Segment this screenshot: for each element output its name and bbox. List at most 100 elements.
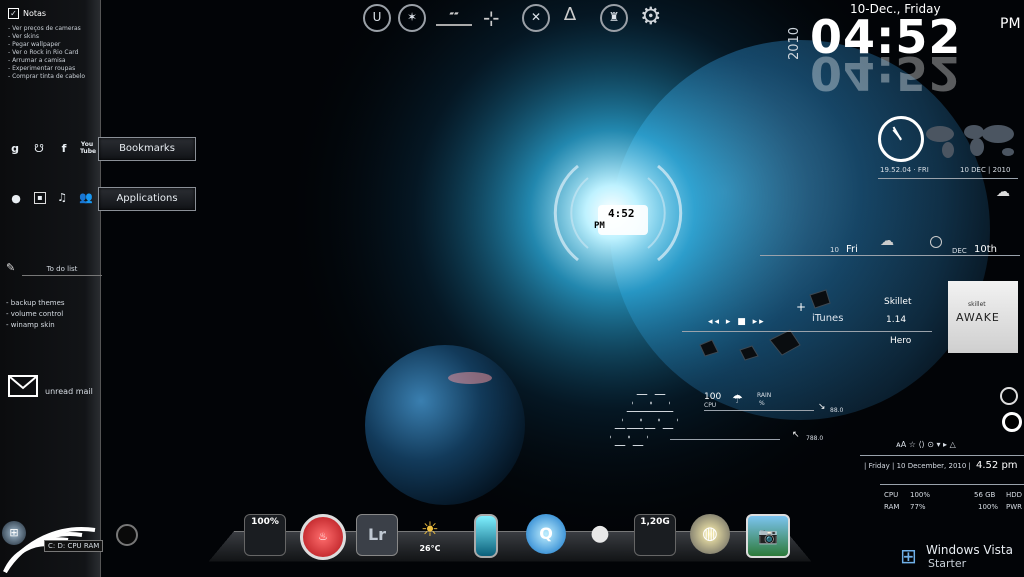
cloud-icon: ☁ — [880, 233, 894, 249]
taskbar-time: 4.52 pm — [976, 460, 1018, 471]
note-item: - Pegar wallpaper — [8, 41, 98, 49]
album-art[interactable]: skillet AWAKE — [948, 281, 1018, 353]
youtube-icon[interactable]: You Tube — [80, 141, 94, 155]
google-icon[interactable]: g — [8, 142, 22, 156]
media-controls[interactable]: ◂◂ ▸ ■ ▸▸ — [708, 317, 766, 327]
weather-temp: 100 — [704, 392, 721, 402]
pwr-label: PWR — [1006, 503, 1022, 511]
status-symbols: ᴀA ☆ ⟨⟩ ⊙ ▾ ▸ △ — [896, 440, 956, 449]
adobe-icon[interactable]: ∆ — [564, 4, 576, 25]
itunes-artist: Skillet — [884, 297, 912, 307]
itunes-track: Hero — [890, 336, 911, 346]
status-line — [860, 455, 1024, 456]
people-icon[interactable]: 👥 — [79, 191, 93, 205]
notes-title: Notas — [23, 9, 46, 18]
mem-pct: 100% — [978, 503, 998, 511]
date-row-daynum: 10 — [830, 246, 839, 254]
itunes-version: 1.14 — [886, 315, 906, 325]
drive-meter-arcs — [0, 430, 110, 577]
note-item: - Ver preços de cameras — [8, 25, 98, 33]
date-row-line — [760, 255, 1020, 256]
umbrella-icon: ☂ — [732, 392, 743, 406]
date-row-month: DEC — [952, 247, 967, 255]
note-item: - Arrumar a camisa — [8, 57, 98, 65]
facebook-icon[interactable]: f — [57, 142, 71, 156]
volume-knob-icon[interactable] — [1000, 387, 1018, 405]
rain-pct: % — [759, 400, 765, 407]
todo-title[interactable]: To do list — [22, 264, 102, 276]
album-band: skillet — [968, 301, 986, 308]
network-meter-dock-icon[interactable]: 1,20G — [634, 514, 676, 556]
world-clock-right: 10 DEC | 2010 — [960, 166, 1010, 174]
power-knob[interactable] — [116, 524, 138, 546]
arrow-down-icon: ↘ — [818, 402, 826, 412]
note-item: - Ver skins — [8, 33, 98, 41]
center-clock-time: 4:52 — [608, 207, 635, 220]
weather-line — [704, 410, 814, 411]
bookmarks-button[interactable]: Bookmarks — [98, 137, 196, 161]
unreal-icon[interactable]: U — [363, 4, 391, 32]
arrow-up-icon: ↖ — [792, 430, 800, 440]
taskbar-line — [880, 484, 1024, 485]
apple-dock-icon[interactable]: ● — [580, 514, 620, 554]
owl-icon[interactable]: ☋ — [32, 142, 46, 156]
dock-cpu-value: 100% — [251, 517, 279, 527]
moon-ring-icon — [930, 236, 942, 248]
ram-value: 77% — [910, 503, 926, 511]
note-item: - Ver o Rock in Rio Card — [8, 49, 98, 57]
cpu-value: 100% — [910, 491, 930, 499]
todo-list: - backup themes- volume control- winamp … — [6, 298, 65, 331]
top-clock-ampm: PM — [1000, 16, 1021, 32]
itunes-line — [682, 331, 932, 332]
counter-strike-icon[interactable]: ✶ — [398, 4, 426, 32]
music-icon[interactable]: ♫ — [55, 191, 69, 205]
rain-label: RAIN — [757, 392, 771, 399]
trophy-icon[interactable]: ♜ — [600, 4, 628, 32]
mail-icon[interactable] — [8, 375, 38, 397]
notes-widget: ✓ Notas - Ver preços de cameras- Ver ski… — [8, 8, 98, 81]
windows-brand: Windows Vista — [926, 543, 1013, 557]
dock-net-value: 1,20G — [640, 517, 670, 527]
todo-item: - winamp skin — [6, 320, 65, 331]
pencil-icon: ✎ — [6, 261, 15, 274]
album-title: AWAKE — [956, 311, 1000, 324]
weather-storm-icon: ☁ — [996, 184, 1010, 200]
firefox-icon[interactable]: ● — [9, 192, 23, 206]
note-item: - Experimentar roupas — [8, 65, 98, 73]
globe-dock-icon[interactable]: ◍ — [690, 514, 730, 554]
top-clock-time-reflection: 04:52 — [810, 46, 961, 100]
antivirus-dock-icon[interactable]: ♨ — [300, 514, 346, 560]
need-for-speed-icon[interactable]: ▰▰ — [436, 10, 472, 26]
lightroom-dock-icon[interactable]: Lr — [356, 514, 398, 556]
note-item: - Comprar tinta de cabelo — [8, 73, 98, 81]
todo-item: - volume control — [6, 309, 65, 320]
crysis-icon[interactable]: ⊹ — [483, 6, 500, 30]
date-row-date: 10th — [974, 244, 997, 255]
unread-mail-label[interactable]: unread mail — [45, 387, 93, 396]
top-clock-year: 2010 — [787, 27, 802, 60]
world-clock-divider — [878, 178, 1018, 179]
notes-list: - Ver preços de cameras- Ver skins- Pega… — [8, 25, 98, 81]
photoshop-icon[interactable]: ▪ — [34, 192, 46, 204]
photo-camera-dock-icon[interactable]: 📷 — [746, 514, 790, 558]
center-clock: 4:52 PM — [598, 205, 648, 235]
dock-weather-temp: 26°C — [410, 544, 450, 554]
drives-label: C: D: CPU RAM — [44, 540, 103, 552]
taskbar-date: | Friday | 10 December, 2010 | — [864, 462, 971, 470]
hdd-label: HDD — [1006, 491, 1022, 499]
applications-button[interactable]: Applications — [98, 187, 196, 211]
weather-dock-icon[interactable]: ☀ 26°C — [410, 514, 450, 554]
windows-flag-icon: ⊞ — [900, 544, 917, 568]
quicktime-dock-icon[interactable]: Q — [526, 514, 566, 554]
ram-label: RAM — [884, 503, 899, 511]
net-up-value: 788.0 — [806, 435, 823, 442]
cpu-label: CPU — [884, 491, 898, 499]
battery-dock-icon[interactable] — [474, 514, 498, 558]
cpu-meter-dock-icon[interactable]: 100% — [244, 514, 286, 556]
graph-line — [670, 439, 780, 440]
compass-icon[interactable]: ✕ — [522, 4, 550, 32]
start-orb[interactable]: ⊞ — [2, 521, 26, 545]
itunes-label[interactable]: iTunes — [812, 313, 843, 324]
toggle-knob-icon[interactable] — [1002, 412, 1022, 432]
settings-gear-icon[interactable]: ⚙ — [640, 2, 662, 30]
